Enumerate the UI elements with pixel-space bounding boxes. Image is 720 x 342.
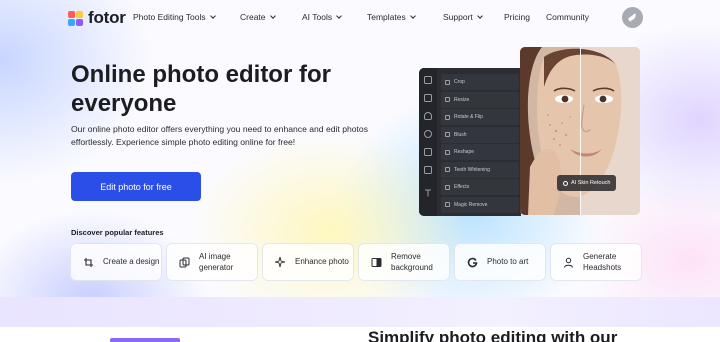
section-accent-bar	[110, 338, 180, 342]
bird-icon	[628, 13, 636, 22]
logo-text: fotor	[88, 8, 126, 27]
nav-item-label: Support	[443, 12, 473, 22]
cutout-icon	[370, 256, 382, 268]
eye-icon	[424, 130, 432, 138]
chevron-down-icon	[336, 12, 342, 19]
nav-item-create[interactable]: Create	[240, 12, 276, 22]
teeth-icon	[445, 167, 450, 172]
logo-square-red	[68, 10, 75, 18]
feature-label: Create a design	[103, 257, 160, 267]
effects-icon	[445, 184, 450, 190]
top-nav: fotor Photo Editing Tools Create AI Tool…	[0, 0, 720, 34]
text-icon	[424, 184, 432, 197]
sparkle-icon	[274, 256, 286, 268]
feature-ai-image-generator[interactable]: AI image generator	[167, 244, 257, 280]
g-icon	[466, 256, 478, 268]
nav-item-label: Create	[240, 12, 266, 22]
discover-heading: Discover popular features	[71, 228, 164, 237]
magic-wand-icon	[445, 202, 450, 207]
resize-icon	[445, 97, 450, 102]
layers-icon	[178, 256, 190, 268]
elements-icon	[424, 166, 432, 174]
tool-label: Rotate & Flip	[454, 114, 483, 120]
rotate-icon	[445, 114, 450, 120]
tool-magic-remove[interactable]: Magic Remove	[441, 196, 519, 213]
nav-item-ai-tools[interactable]: AI Tools	[302, 12, 342, 22]
tool-label: Teeth Whitening	[454, 166, 490, 173]
editor-tool-list: Crop Resize Rotate & Flip Blush Reshape …	[441, 74, 519, 214]
feature-label: Remove background	[391, 251, 433, 273]
nav-item-support[interactable]: Support	[443, 12, 483, 22]
feature-label: Photo to art	[487, 257, 529, 267]
nav-item-label: AI Tools	[302, 12, 333, 22]
tool-rotate-flip[interactable]: Rotate & Flip	[441, 109, 519, 125]
chevron-down-icon	[209, 12, 216, 19]
tool-label: Resize	[454, 96, 470, 103]
person-icon	[562, 256, 574, 268]
tool-label: Blush	[454, 131, 467, 138]
logo[interactable]: fotor	[68, 8, 126, 28]
frame-icon	[424, 148, 432, 156]
editor-tool-rail	[419, 68, 437, 216]
nav-item-community[interactable]: Community	[546, 12, 589, 22]
logo-square-blue	[68, 18, 75, 26]
nav-item-pricing[interactable]: Pricing	[504, 12, 530, 22]
ai-skin-retouch-badge: AI Skin Retouch	[557, 175, 617, 191]
nav-item-label: Photo Editing Tools	[133, 12, 206, 22]
sliders-icon	[424, 94, 432, 102]
nav-item-photo-editing-tools[interactable]: Photo Editing Tools	[133, 12, 216, 22]
tool-effects[interactable]: Effects	[441, 179, 519, 195]
page-title: Online photo editor for everyone	[71, 61, 331, 117]
nav-item-label: Community	[546, 12, 589, 22]
nav-item-label: Pricing	[504, 12, 530, 22]
feature-label: Enhance photo	[295, 257, 349, 267]
tool-label: Crop	[454, 79, 465, 85]
logo-square-purple	[76, 18, 83, 26]
feature-label: AI image generator	[199, 251, 234, 273]
beauty-icon	[424, 112, 432, 120]
feature-generate-headshots[interactable]: Generate Headshots	[551, 244, 641, 280]
sparkle-icon	[563, 180, 568, 186]
edit-photo-button[interactable]: Edit photo for free	[71, 172, 201, 201]
chevron-down-icon	[269, 12, 276, 19]
feature-enhance-photo[interactable]: Enhance photo	[263, 244, 353, 280]
tool-label: Reshape	[454, 149, 475, 155]
tool-teeth-whitening[interactable]: Teeth Whitening	[441, 161, 519, 178]
feature-create-design[interactable]: Create a design	[71, 244, 161, 280]
feature-remove-background[interactable]: Remove background	[359, 244, 449, 280]
feature-label: Generate Headshots	[583, 251, 622, 273]
avatar[interactable]	[622, 7, 643, 28]
crop-icon	[445, 79, 450, 85]
logo-square-yellow	[76, 10, 83, 18]
feature-photo-to-art[interactable]: Photo to art	[455, 244, 545, 280]
section-divider-strip	[0, 297, 720, 327]
chevron-down-icon	[409, 12, 416, 19]
tool-label: Magic Remove	[454, 201, 488, 208]
tool-label: Effects	[454, 184, 470, 190]
chevron-down-icon	[476, 12, 483, 19]
tool-crop[interactable]: Crop	[441, 74, 519, 90]
blush-icon	[445, 132, 450, 137]
reshape-icon	[445, 149, 450, 155]
tool-reshape[interactable]: Reshape	[441, 144, 519, 160]
grid-icon	[424, 76, 432, 84]
tool-blush[interactable]: Blush	[441, 126, 519, 143]
crop-icon	[82, 256, 94, 268]
hero-subtitle: Our online photo editor offers everythin…	[71, 124, 369, 148]
badge-label: AI Skin Retouch	[571, 180, 611, 186]
section-heading: Simplify photo editing with our	[368, 328, 618, 342]
logo-mark-icon	[68, 10, 83, 26]
tool-resize[interactable]: Resize	[441, 91, 519, 108]
nav-item-label: Templates	[367, 12, 406, 22]
nav-item-templates[interactable]: Templates	[367, 12, 416, 22]
editor-preview-panel: Crop Resize Rotate & Flip Blush Reshape …	[419, 68, 521, 216]
